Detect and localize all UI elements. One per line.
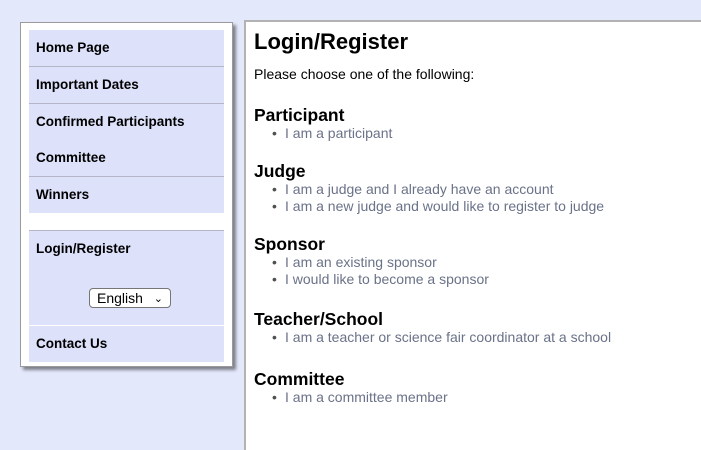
language-selected-value: English xyxy=(97,290,143,306)
language-select[interactable]: English ⌄ xyxy=(89,288,171,308)
main-content: Login/Register Please choose one of the … xyxy=(244,20,701,450)
link-participant[interactable]: I am a participant xyxy=(272,125,392,142)
intro-text: Please choose one of the following: xyxy=(254,66,475,82)
nav-important-dates[interactable]: Important Dates xyxy=(29,67,224,103)
link-become-sponsor[interactable]: I would like to become a sponsor xyxy=(272,271,489,288)
sidebar: Home Page Important Dates Confirmed Part… xyxy=(20,22,233,367)
nav-confirmed-participants[interactable]: Confirmed Participants xyxy=(29,104,224,140)
section-heading: Sponsor xyxy=(254,234,325,254)
chevron-down-icon: ⌄ xyxy=(153,293,163,305)
page-title: Login/Register xyxy=(254,29,409,54)
nav-home-page[interactable]: Home Page xyxy=(29,30,224,66)
nav-login-register[interactable]: Login/Register xyxy=(29,231,224,267)
link-committee-member[interactable]: I am a committee member xyxy=(272,389,448,406)
link-list: I am an existing sponsor I would like to… xyxy=(254,254,489,288)
link-teacher[interactable]: I am a teacher or science fair coordinat… xyxy=(272,329,611,346)
link-new-judge[interactable]: I am a new judge and would like to regis… xyxy=(272,198,604,215)
section-heading: Teacher/School xyxy=(254,309,384,329)
link-list: I am a teacher or science fair coordinat… xyxy=(254,329,611,346)
section-heading: Participant xyxy=(254,105,345,125)
language-box: English ⌄ xyxy=(29,267,224,325)
section-committee: Committee I am a committee member xyxy=(254,369,448,406)
link-existing-sponsor[interactable]: I am an existing sponsor xyxy=(272,254,489,271)
section-sponsor: Sponsor I am an existing sponsor I would… xyxy=(254,234,489,288)
section-heading: Committee xyxy=(254,369,345,389)
section-heading: Judge xyxy=(254,161,306,181)
nav-contact-us[interactable]: Contact Us xyxy=(29,326,224,362)
section-participant: Participant I am a participant xyxy=(254,105,392,142)
link-list: I am a participant xyxy=(254,125,392,142)
section-judge: Judge I am a judge and I already have an… xyxy=(254,161,604,215)
link-list: I am a committee member xyxy=(254,389,448,406)
link-existing-judge[interactable]: I am a judge and I already have an accou… xyxy=(272,181,604,198)
link-list: I am a judge and I already have an accou… xyxy=(254,181,604,215)
nav-winners[interactable]: Winners xyxy=(29,177,224,213)
nav-committee[interactable]: Committee xyxy=(29,140,224,176)
section-teacher-school: Teacher/School I am a teacher or science… xyxy=(254,309,611,346)
